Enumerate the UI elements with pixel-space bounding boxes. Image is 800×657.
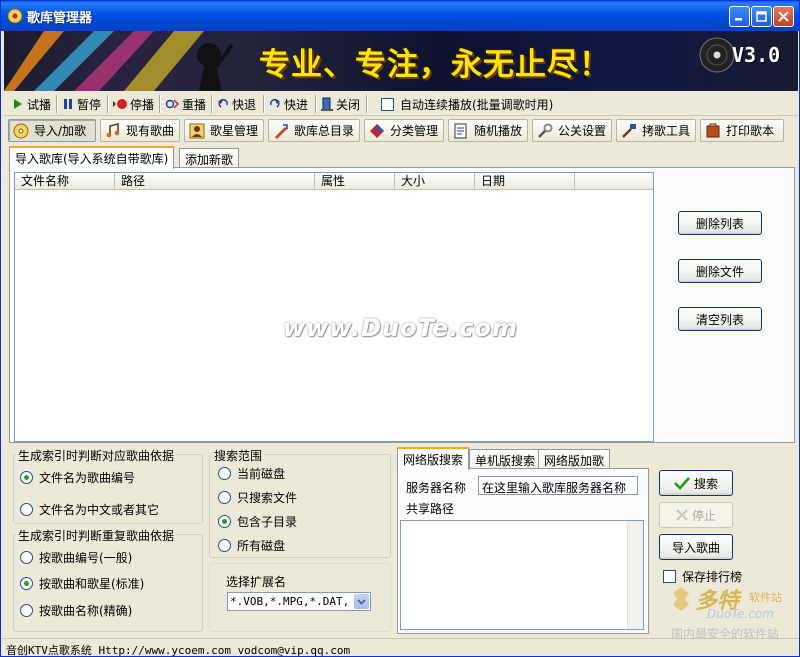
chevron-down-icon [357,599,366,605]
cd-icon [13,123,29,138]
nav-random-play[interactable]: 随机播放 [448,119,528,142]
forward-button[interactable]: 快进 [267,93,308,115]
share-path-scrollbar[interactable] [627,521,643,629]
close-button[interactable] [773,6,794,27]
nav-copy-tool[interactable]: 拷歌工具 [616,119,696,142]
network-search-panel: 服务器名称 在这里输入歌库服务器名称 共享路径 [397,468,649,634]
stop-button[interactable]: 停播 [111,93,154,115]
nav-import-songs[interactable]: 导入/加歌 [8,119,96,142]
radio-by-song-and-singer[interactable]: 按歌曲和歌星(标准) [20,575,144,592]
server-name-label: 服务器名称 [406,481,467,495]
nav-print-songbook[interactable]: 打印歌本 [700,119,784,142]
category-icon [370,123,384,138]
nav-existing-songs[interactable]: 现有歌曲 [100,119,180,142]
share-path-textarea[interactable] [400,520,644,630]
col-attributes[interactable]: 属性 [315,173,395,190]
stage-lights-graphic [4,31,234,91]
col-filename[interactable]: 文件名称 [15,173,115,190]
radio-all-disks[interactable]: 所有磁盘 [218,537,285,554]
search-scope-group: 搜索范围 当前磁盘 只搜索文件 包含子目录 所有磁盘 [209,447,391,558]
col-size[interactable]: 大小 [395,173,475,190]
catalog-icon [275,123,288,139]
module-nav: 导入/加歌 现有歌曲 歌星管理 歌库总目录 分类管理 随机播放 公关设置 拷歌工… [4,118,798,144]
maximize-icon [756,11,767,22]
radio-include-subdirs[interactable]: 包含子目录 [218,513,297,530]
rewind-button[interactable]: 快退 [215,93,256,115]
radio-filename-as-chinese[interactable]: 文件名为中文或者其它 [20,501,159,518]
duote-logo-icon [673,587,689,611]
maximize-button[interactable] [751,6,772,27]
duote-site-logo: 多特 软件站 DuoTe.com 国内最安全的软件站 [665,583,797,641]
file-list-header: 文件名称 路径 属性 大小 日期 [15,173,653,190]
extension-select[interactable]: *.VOB,*.MPG,*.DAT,*.AVI [227,592,371,611]
tab-import-library[interactable]: 导入歌库(导入系统自带歌库) [9,146,175,169]
radio-filename-as-number[interactable]: 文件名为歌曲编号 [20,469,135,486]
pause-button[interactable]: 暂停 [60,93,101,115]
settings-icon [538,123,553,138]
autoplay-checkbox[interactable]: 自动连续播放(批量调歌时用) [381,96,553,113]
stop-search-button[interactable]: 停止 [659,502,733,528]
nav-public-settings[interactable]: 公关设置 [532,119,612,142]
cross-icon [676,509,688,521]
tab-standalone-search[interactable]: 单机版搜索 [469,449,542,469]
share-path-label: 共享路径 [406,502,455,516]
copy-tool-icon [622,123,636,138]
col-date[interactable]: 日期 [475,173,575,190]
tab-network-search[interactable]: 网络版搜索 [397,447,470,470]
delete-file-button[interactable]: 删除文件 [678,259,762,283]
close-icon [778,11,789,22]
music-icon [106,122,120,137]
main-window: 歌库管理器 专业、专注，永无止尽！ V3.0 试播 暂停 停播 重播 快退 快进… [0,0,800,657]
delete-list-button[interactable]: 删除列表 [678,211,762,235]
import-panel: 文件名称 路径 属性 大小 日期 删除列表 删除文件 清空列表 [9,167,795,443]
disc-icon [699,37,735,73]
tab-add-new-songs[interactable]: 添加新歌 [179,148,240,168]
nav-singer-management[interactable]: 歌星管理 [184,119,264,142]
radio-by-song-name[interactable]: 按歌曲名称(精确) [20,602,132,619]
play-icon [14,99,22,109]
print-icon [706,123,720,137]
banner-slogan: 专业、专注，永无止尽！ [259,47,611,83]
app-icon [7,8,23,24]
nav-category-management[interactable]: 分类管理 [364,119,444,142]
window-title: 歌库管理器 [27,11,93,26]
status-bar: 音创KTV点歌系统 Http://www.ycoem.com vodcom@vi… [2,638,799,656]
banner: 专业、专注，永无止尽！ V3.0 [4,31,798,91]
col-path[interactable]: 路径 [115,173,315,190]
search-button[interactable]: 搜索 [659,470,733,496]
replay-button[interactable]: 重播 [163,93,206,115]
radio-by-song-number[interactable]: 按歌曲编号(一般) [20,549,132,566]
duplicate-basis-group: 生成索引时判断重复歌曲依据 按歌曲编号(一般) 按歌曲和歌星(标准) 按歌曲名称… [13,527,203,632]
minimize-button[interactable] [729,6,750,27]
tab-network-add-songs[interactable]: 网络版加歌 [538,449,611,469]
radio-current-disk[interactable]: 当前磁盘 [218,465,285,482]
extension-area: 选择扩展名 *.VOB,*.MPG,*.DAT,*.AVI [209,563,391,632]
server-name-input[interactable]: 在这里输入歌库服务器名称 [478,476,638,495]
replay-icon [165,99,179,109]
radio-files-only[interactable]: 只搜索文件 [218,489,297,506]
stop-icon [113,99,127,109]
close-door-icon [321,97,333,111]
singer-icon [189,123,205,138]
play-button[interactable]: 试播 [10,93,51,115]
playback-toolbar: 试播 暂停 停播 重播 快退 快进 关闭 自动连续播放(批量调歌时用) [4,92,798,116]
version-label: V3.0 [732,43,781,67]
minimize-icon [735,18,742,21]
pause-icon [64,99,72,109]
duote-watermark: www.DuoTe.com [283,314,518,342]
checkmark-icon [674,477,690,490]
import-songs-button[interactable]: 导入歌曲 [659,534,733,560]
rewind-icon [218,98,228,108]
clear-list-button[interactable]: 清空列表 [678,307,762,331]
forward-icon [270,98,280,108]
shuffle-icon [454,123,467,138]
close-player-button[interactable]: 关闭 [319,93,360,115]
title-bar[interactable]: 歌库管理器 [1,1,799,31]
index-basis-group: 生成索引时判断对应歌曲依据 文件名为歌曲编号 文件名为中文或者其它 [13,447,203,524]
extension-label: 选择扩展名 [226,575,287,589]
nav-song-catalog[interactable]: 歌库总目录 [268,119,360,142]
file-list[interactable]: 文件名称 路径 属性 大小 日期 [14,172,654,442]
